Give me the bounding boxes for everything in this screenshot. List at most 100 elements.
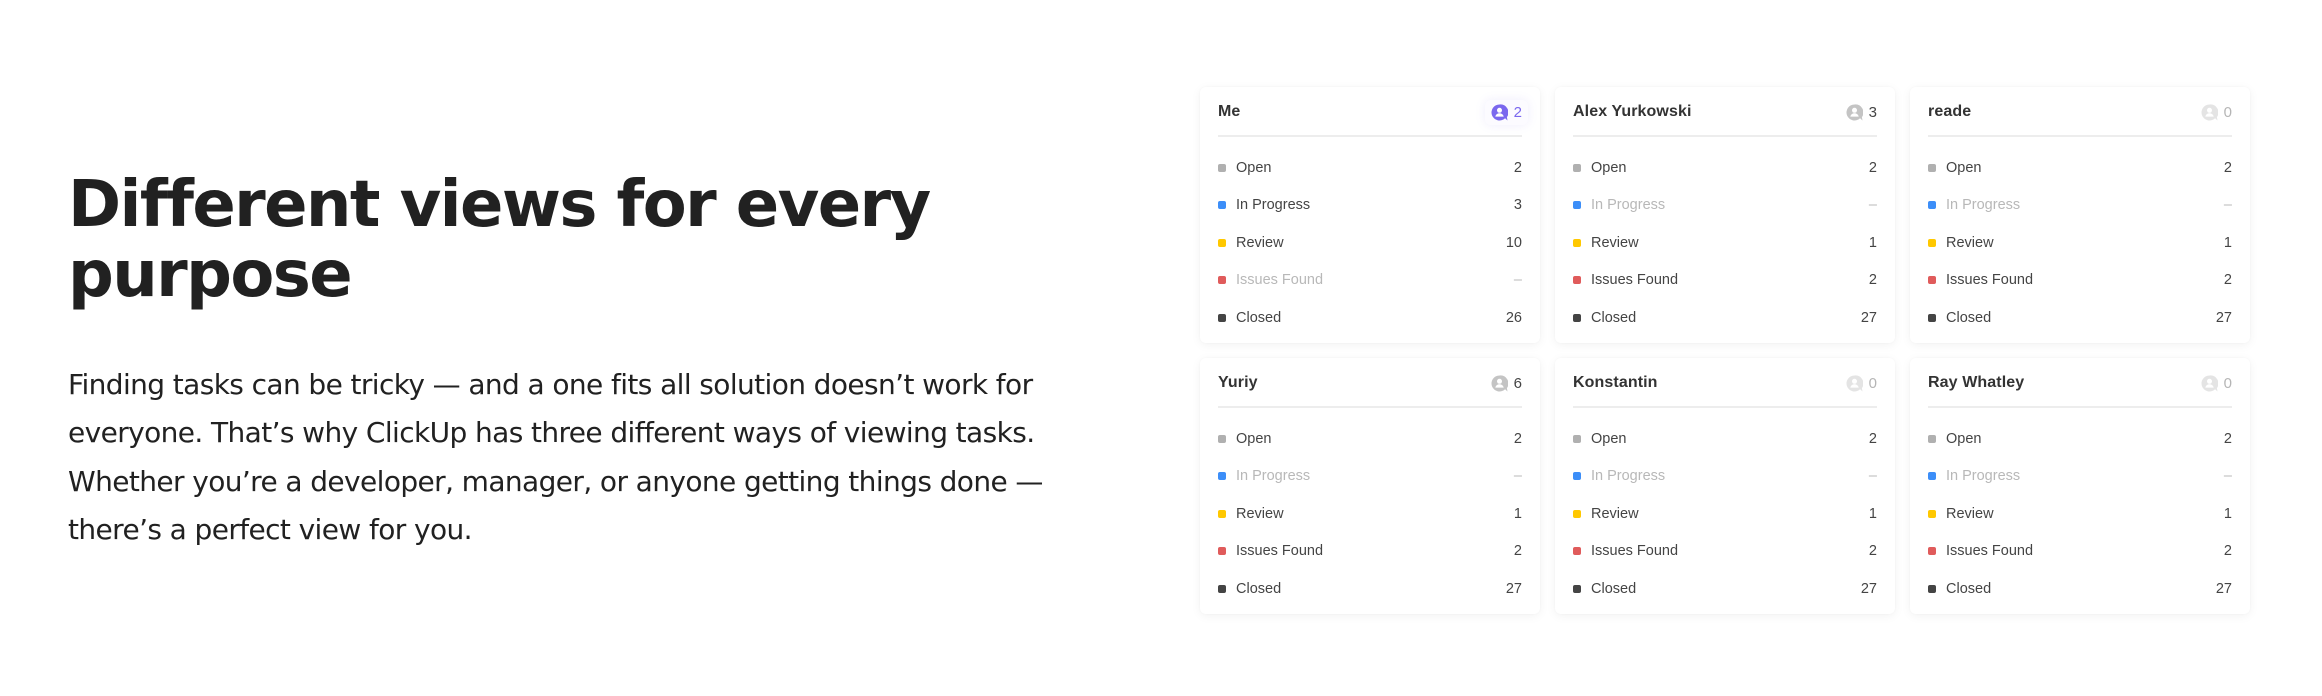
assignee-task-count: 2	[1513, 103, 1522, 121]
status-row-review[interactable]: Review 1	[1928, 495, 2232, 533]
status-row-issues-found[interactable]: Issues Found 2	[1573, 533, 1877, 571]
status-color-dot	[1218, 584, 1226, 593]
status-row-issues-found[interactable]: Issues Found 2	[1928, 262, 2232, 300]
status-row-open[interactable]: Open 2	[1573, 149, 1877, 187]
status-color-dot	[1928, 584, 1936, 593]
status-row-in-progress[interactable]: In Progress –	[1928, 458, 2232, 496]
card-header: reade 0	[1928, 89, 2232, 137]
status-row-in-progress[interactable]: In Progress 3	[1218, 187, 1522, 225]
status-count: 2	[1868, 430, 1877, 447]
status-label: Open	[1236, 430, 1272, 447]
status-count: 2	[2223, 272, 2232, 289]
status-count: 10	[1505, 234, 1522, 251]
status-label: Issues Found	[1236, 272, 1324, 289]
status-count: –	[2223, 468, 2232, 485]
card-header: Ray Whatley 0	[1928, 360, 2232, 408]
status-label: Review	[1946, 234, 1994, 251]
status-count: 2	[2223, 430, 2232, 447]
hero-section: Different views for every purpose Findin…	[68, 170, 1148, 555]
assignee-task-count: 6	[1513, 374, 1522, 392]
status-count: 27	[2215, 580, 2232, 597]
status-color-dot	[1218, 509, 1226, 518]
assignee-count-badge[interactable]: 0	[2201, 375, 2232, 392]
status-color-dot	[1928, 434, 1936, 443]
status-row-closed[interactable]: Closed 27	[1573, 570, 1877, 608]
assignee-card[interactable]: Me 2 Open 2 In Progress 3 Review 10 Issu…	[1200, 87, 1540, 343]
status-count: –	[1868, 197, 1877, 214]
hero-title: Different views for every purpose	[68, 168, 931, 313]
card-header: Alex Yurkowski 3	[1573, 89, 1877, 137]
assignee-count-badge[interactable]: 2	[1484, 99, 1528, 125]
status-row-open[interactable]: Open 2	[1573, 420, 1877, 458]
status-row-closed[interactable]: Closed 27	[1928, 299, 2232, 337]
status-color-dot	[1573, 509, 1581, 518]
status-count: 1	[1868, 505, 1877, 522]
status-row-open[interactable]: Open 2	[1928, 149, 2232, 187]
status-row-review[interactable]: Review 1	[1573, 224, 1877, 262]
status-row-issues-found[interactable]: Issues Found 2	[1573, 262, 1877, 300]
user-bubble-icon	[1491, 374, 1508, 392]
status-row-closed[interactable]: Closed 27	[1928, 570, 2232, 608]
status-row-closed[interactable]: Closed 26	[1218, 299, 1522, 337]
card-header: Konstantin 0	[1573, 360, 1877, 408]
status-label: Review	[1236, 505, 1284, 522]
assignee-card[interactable]: Alex Yurkowski 3 Open 2 In Progress – Re…	[1555, 87, 1895, 343]
status-label: In Progress	[1946, 197, 2021, 214]
status-label: In Progress	[1946, 468, 2021, 485]
assignee-name: Me	[1218, 103, 1241, 120]
assignee-count-badge[interactable]: 6	[1491, 375, 1522, 392]
status-row-in-progress[interactable]: In Progress –	[1573, 187, 1877, 225]
assignee-card[interactable]: Konstantin 0 Open 2 In Progress – Review…	[1555, 358, 1895, 614]
status-row-issues-found[interactable]: Issues Found –	[1218, 262, 1522, 300]
hero-description: Finding tasks can be tricky — and a one …	[68, 367, 1043, 547]
status-count: 2	[1513, 543, 1522, 560]
assignee-card[interactable]: reade 0 Open 2 In Progress – Review 1 Is…	[1910, 87, 2250, 343]
status-count: –	[1868, 468, 1877, 485]
status-row-open[interactable]: Open 2	[1218, 149, 1522, 187]
status-row-closed[interactable]: Closed 27	[1573, 299, 1877, 337]
status-row-closed[interactable]: Closed 27	[1218, 570, 1522, 608]
assignee-count-badge[interactable]: 0	[2201, 104, 2232, 121]
status-count: 1	[1513, 505, 1522, 522]
assignee-card[interactable]: Ray Whatley 0 Open 2 In Progress – Revie…	[1910, 358, 2250, 614]
status-label: Issues Found	[1946, 543, 2034, 560]
status-row-review[interactable]: Review 1	[1928, 224, 2232, 262]
assignee-card[interactable]: Yuriy 6 Open 2 In Progress – Review 1 Is…	[1200, 358, 1540, 614]
status-row-review[interactable]: Review 10	[1218, 224, 1522, 262]
assignee-task-count: 0	[2223, 374, 2232, 392]
status-color-dot	[1218, 547, 1226, 556]
status-color-dot	[1573, 276, 1581, 285]
status-list: Open 2 In Progress – Review 1 Issues Fou…	[1928, 408, 2232, 608]
status-row-in-progress[interactable]: In Progress –	[1928, 187, 2232, 225]
status-color-dot	[1218, 472, 1226, 481]
status-count: –	[1513, 468, 1522, 485]
status-label: Open	[1946, 430, 1982, 447]
status-row-review[interactable]: Review 1	[1218, 495, 1522, 533]
assignee-name: reade	[1928, 103, 1972, 120]
status-label: Closed	[1946, 309, 1992, 326]
assignee-task-count: 3	[1868, 103, 1877, 121]
status-count: 2	[1513, 159, 1522, 176]
status-row-issues-found[interactable]: Issues Found 2	[1928, 533, 2232, 571]
status-color-dot	[1928, 276, 1936, 285]
assignee-count-badge[interactable]: 3	[1846, 104, 1877, 121]
status-row-in-progress[interactable]: In Progress –	[1218, 458, 1522, 496]
status-row-issues-found[interactable]: Issues Found 2	[1218, 533, 1522, 571]
status-color-dot	[1218, 238, 1226, 247]
status-row-review[interactable]: Review 1	[1573, 495, 1877, 533]
status-count: 2	[2223, 543, 2232, 560]
status-list: Open 2 In Progress – Review 1 Issues Fou…	[1928, 137, 2232, 337]
assignee-task-count: 0	[2223, 103, 2232, 121]
status-row-in-progress[interactable]: In Progress –	[1573, 458, 1877, 496]
status-row-open[interactable]: Open 2	[1928, 420, 2232, 458]
status-color-dot	[1928, 472, 1936, 481]
status-label: Review	[1591, 505, 1639, 522]
status-label: Issues Found	[1591, 543, 1679, 560]
assignee-name: Yuriy	[1218, 374, 1258, 391]
status-color-dot	[1573, 584, 1581, 593]
assignee-count-badge[interactable]: 0	[1846, 375, 1877, 392]
assignee-name: Alex Yurkowski	[1573, 103, 1692, 120]
status-list: Open 2 In Progress – Review 1 Issues Fou…	[1573, 137, 1877, 337]
assignee-task-count: 0	[1868, 374, 1877, 392]
status-row-open[interactable]: Open 2	[1218, 420, 1522, 458]
